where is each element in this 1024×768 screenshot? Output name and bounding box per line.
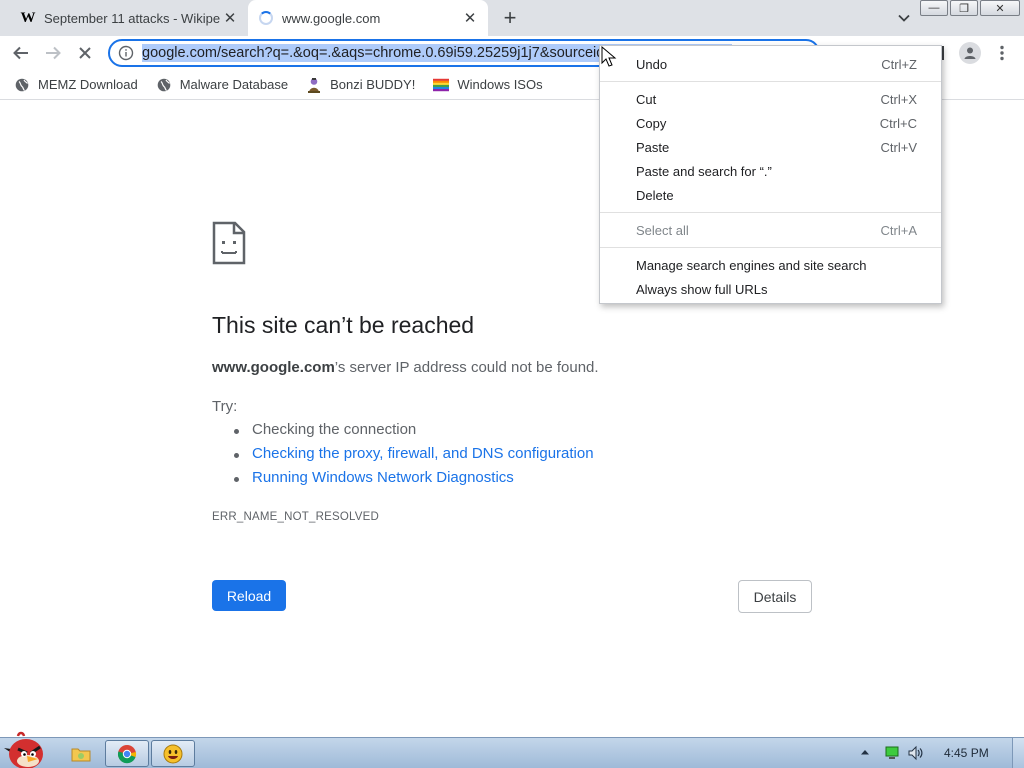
tray-expand-arrow-icon[interactable]	[860, 747, 870, 757]
loading-spinner-icon	[258, 10, 274, 26]
menu-item-manage-search-engines[interactable]: Manage search engines and site search	[600, 253, 941, 277]
taskbar-clock[interactable]: 4:45 PM	[944, 746, 989, 760]
details-button[interactable]: Details	[738, 580, 812, 613]
menu-item-paste[interactable]: Paste Ctrl+V	[600, 135, 941, 159]
tab-wikipedia[interactable]: W September 11 attacks - Wikipe ✕	[10, 0, 248, 36]
tab-title: September 11 attacks - Wikipe	[44, 10, 220, 26]
forward-arrow-icon[interactable]	[40, 40, 66, 66]
menu-item-always-show-full-urls[interactable]: Always show full URLs	[600, 277, 941, 301]
new-tab-button[interactable]: +	[498, 5, 522, 30]
restore-button[interactable]: ❐	[950, 0, 978, 16]
kebab-menu-icon[interactable]	[994, 42, 1010, 64]
menu-item-paste-and-search[interactable]: Paste and search for “.”	[600, 159, 941, 183]
suggestion-list: Checking the connection Checking the pro…	[234, 421, 594, 493]
context-menu: Undo Ctrl+Z Cut Ctrl+X Copy Ctrl+C Paste Ctr…	[599, 45, 942, 304]
chrome-icon	[117, 744, 137, 763]
wikipedia-w-icon: W	[20, 9, 36, 26]
globe-icon	[14, 77, 30, 93]
menu-item-cut[interactable]: Cut Ctrl+X	[600, 87, 941, 111]
close-window-button[interactable]: ✕	[980, 0, 1020, 16]
error-description-text: ’s server IP address could not be found.	[334, 359, 599, 376]
site-info-icon[interactable]	[116, 43, 136, 63]
bonzi-taskbar-button[interactable]	[151, 740, 195, 767]
minimize-button[interactable]: —	[920, 0, 948, 16]
close-tab-icon[interactable]: ✕	[460, 8, 480, 28]
show-desktop-button[interactable]	[1012, 738, 1024, 768]
menu-item-select-all: Select all Ctrl+A	[636, 222, 917, 238]
mouse-cursor-icon	[601, 46, 617, 67]
bookmark-label: Malware Database	[179, 77, 289, 92]
stop-loading-icon[interactable]	[72, 40, 98, 66]
chrome-taskbar-button[interactable]	[105, 740, 149, 767]
sad-page-icon	[212, 221, 246, 265]
bonzi-icon	[306, 77, 322, 93]
bookmark-label: Bonzi BUDDY!	[330, 77, 416, 92]
menu-separator	[600, 81, 941, 82]
error-title: This site can’t be reached	[212, 312, 475, 338]
error-host: www.google.com	[212, 359, 335, 376]
bookmark-malware-database[interactable]: Malware Database	[156, 73, 292, 97]
explorer-folder-icon[interactable]	[66, 741, 96, 767]
close-tab-icon[interactable]: ✕	[220, 8, 240, 28]
tab-title: www.google.com	[282, 10, 381, 26]
bookmark-memz-download[interactable]: MEMZ Download	[14, 73, 142, 97]
suggestion-network-diagnostics-link[interactable]: Running Windows Network Diagnostics	[234, 469, 594, 493]
suggestion-check-connection: Checking the connection	[234, 421, 594, 445]
window-controls: — ❐ ✕	[918, 0, 1020, 18]
tab-search-chevron-icon[interactable]	[892, 6, 916, 30]
bonzi-smiley-icon	[163, 744, 183, 763]
back-arrow-icon[interactable]	[8, 40, 34, 66]
volume-icon[interactable]	[907, 745, 925, 761]
globe-icon	[156, 77, 172, 93]
menu-item-undo[interactable]: Undo Ctrl+Z	[600, 52, 941, 76]
menu-item-copy[interactable]: Copy Ctrl+C	[600, 111, 941, 135]
suggestion-check-proxy-link[interactable]: Checking the proxy, firewall, and DNS co…	[234, 445, 594, 469]
tab-strip: W September 11 attacks - Wikipe ✕ www.go…	[0, 0, 1024, 36]
menu-item-delete[interactable]: Delete	[600, 183, 941, 207]
reload-button[interactable]: Reload	[212, 580, 286, 611]
error-code: ERR_NAME_NOT_RESOLVED	[212, 511, 379, 523]
taskbar: 4:45 PM	[0, 737, 1024, 768]
menu-separator	[600, 247, 941, 248]
angry-bird-start-icon[interactable]	[2, 730, 50, 768]
bookmark-label: MEMZ Download	[38, 77, 138, 92]
try-label: Try:	[212, 398, 238, 415]
network-icon[interactable]	[884, 746, 900, 760]
screen: W September 11 attacks - Wikipe ✕ www.go…	[0, 0, 1024, 768]
bookmark-label: Windows ISOs	[457, 77, 543, 92]
error-description: www.google.com’s server IP address could…	[212, 359, 599, 376]
profile-avatar-icon[interactable]	[959, 42, 981, 64]
bookmark-windows-isos[interactable]: Windows ISOs	[433, 73, 546, 97]
windows-flag-icon	[433, 77, 450, 93]
tab-google[interactable]: www.google.com ✕	[248, 0, 488, 36]
menu-separator	[600, 212, 941, 213]
bookmark-bonzi-buddy[interactable]: Bonzi BUDDY!	[306, 73, 419, 97]
